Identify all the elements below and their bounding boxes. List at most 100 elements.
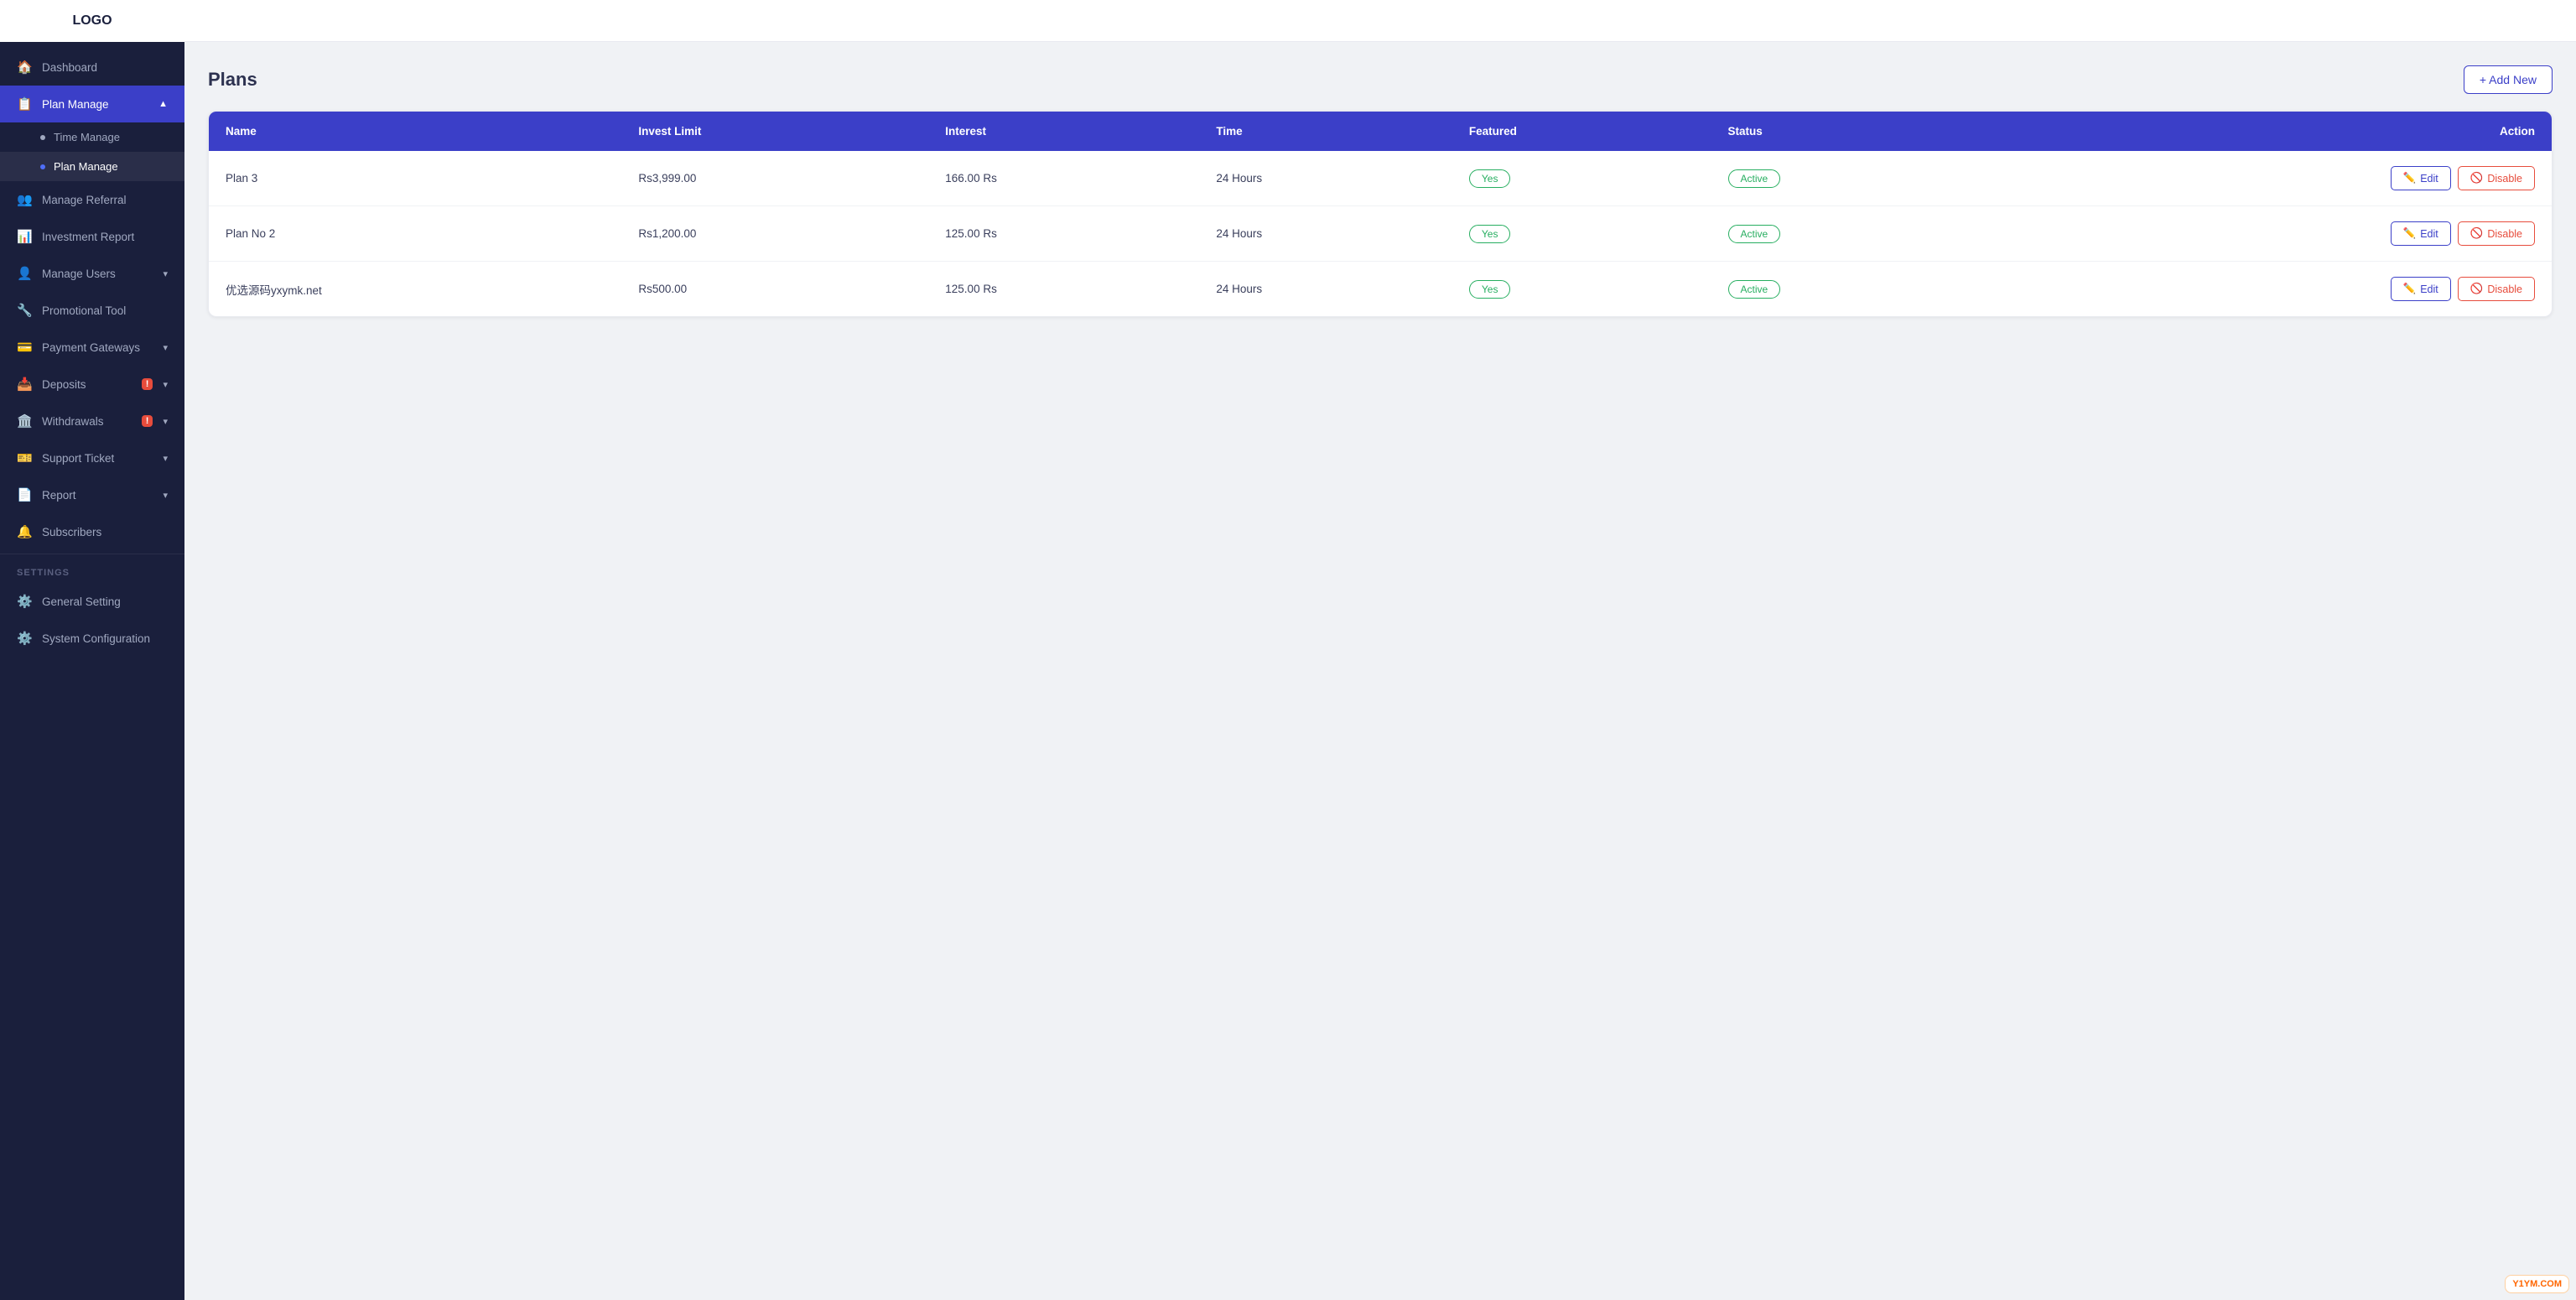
chevron-down-icon: ▾ — [163, 453, 168, 464]
dashboard-icon: 🏠 — [17, 60, 32, 75]
sidebar-nav: 🏠 Dashboard 📋 Plan Manage ▲ Time Manage … — [0, 42, 184, 1300]
cell-featured: Yes — [1452, 206, 1711, 262]
cell-action: ✏️ Edit 🚫 Disable — [1985, 151, 2552, 206]
cell-name: 优选源码yxymk.net — [209, 262, 621, 317]
general-setting-icon: ⚙️ — [17, 594, 32, 609]
sidebar-item-time-manage[interactable]: Time Manage — [0, 122, 184, 152]
disable-icon: 🚫 — [2470, 283, 2484, 295]
sidebar-item-label: Deposits — [42, 378, 132, 391]
col-time: Time — [1199, 112, 1452, 151]
settings-section-label: SETTINGS — [0, 558, 184, 583]
disable-icon: 🚫 — [2470, 172, 2484, 185]
featured-badge: Yes — [1469, 225, 1511, 243]
cell-name: Plan 3 — [209, 151, 621, 206]
disable-icon: 🚫 — [2470, 227, 2484, 240]
edit-label: Edit — [2420, 228, 2438, 240]
cell-invest-limit: Rs500.00 — [621, 262, 928, 317]
deposits-icon: 📥 — [17, 377, 32, 392]
status-badge: Active — [1728, 169, 1781, 188]
chevron-up-icon: ▲ — [158, 99, 168, 109]
sidebar-item-label: Withdrawals — [42, 415, 132, 428]
report-icon: 📄 — [17, 487, 32, 502]
sidebar-item-manage-referral[interactable]: 👥 Manage Referral — [0, 181, 184, 218]
sidebar-item-plan-manage-sub[interactable]: Plan Manage — [0, 152, 184, 181]
investment-report-icon: 📊 — [17, 229, 32, 244]
cell-featured: Yes — [1452, 262, 1711, 317]
disable-button[interactable]: 🚫 Disable — [2458, 221, 2535, 246]
sidebar-logo: LOGO — [0, 0, 184, 42]
plans-table-container: Name Invest Limit Interest Time Featured… — [208, 111, 2553, 317]
cell-interest: 125.00 Rs — [928, 262, 1199, 317]
col-action: Action — [1985, 112, 2552, 151]
edit-button[interactable]: ✏️ Edit — [2391, 277, 2451, 301]
sidebar: LOGO 🏠 Dashboard 📋 Plan Manage ▲ Time Ma… — [0, 0, 184, 1300]
col-status: Status — [1711, 112, 1986, 151]
edit-button[interactable]: ✏️ Edit — [2391, 166, 2451, 190]
page-header: Plans + Add New — [208, 65, 2553, 94]
sidebar-item-promotional-tool[interactable]: 🔧 Promotional Tool — [0, 292, 184, 329]
disable-label: Disable — [2487, 173, 2522, 185]
page-title: Plans — [208, 69, 257, 91]
table-row: Plan No 2 Rs1,200.00 125.00 Rs 24 Hours … — [209, 206, 2552, 262]
sidebar-item-report[interactable]: 📄 Report ▾ — [0, 476, 184, 513]
table-body: Plan 3 Rs3,999.00 166.00 Rs 24 Hours Yes… — [209, 151, 2552, 316]
sidebar-item-dashboard[interactable]: 🏠 Dashboard — [0, 49, 184, 86]
chevron-down-icon: ▾ — [163, 379, 168, 390]
cell-action: ✏️ Edit 🚫 Disable — [1985, 262, 2552, 317]
cell-interest: 166.00 Rs — [928, 151, 1199, 206]
sidebar-item-label: Plan Manage — [42, 98, 148, 111]
action-buttons: ✏️ Edit 🚫 Disable — [2002, 166, 2535, 190]
disable-button[interactable]: 🚫 Disable — [2458, 166, 2535, 190]
edit-icon: ✏️ — [2403, 172, 2417, 185]
system-configuration-icon: ⚙️ — [17, 631, 32, 646]
cell-invest-limit: Rs3,999.00 — [621, 151, 928, 206]
cell-action: ✏️ Edit 🚫 Disable — [1985, 206, 2552, 262]
sidebar-item-label: Manage Users — [42, 268, 153, 280]
sidebar-item-general-setting[interactable]: ⚙️ General Setting — [0, 583, 184, 620]
subscribers-icon: 🔔 — [17, 524, 32, 539]
cell-featured: Yes — [1452, 151, 1711, 206]
chevron-down-icon: ▾ — [163, 268, 168, 279]
sidebar-item-plan-manage[interactable]: 📋 Plan Manage ▲ — [0, 86, 184, 122]
sidebar-item-label: Subscribers — [42, 526, 168, 538]
sidebar-item-investment-report[interactable]: 📊 Investment Report — [0, 218, 184, 255]
disable-button[interactable]: 🚫 Disable — [2458, 277, 2535, 301]
dot-icon — [40, 135, 45, 140]
edit-button[interactable]: ✏️ Edit — [2391, 221, 2451, 246]
sidebar-item-payment-gateways[interactable]: 💳 Payment Gateways ▾ — [0, 329, 184, 366]
main-content: Plans + Add New Name Invest Limit Intere… — [184, 0, 2576, 1300]
cell-interest: 125.00 Rs — [928, 206, 1199, 262]
featured-badge: Yes — [1469, 280, 1511, 299]
cell-status: Active — [1711, 206, 1986, 262]
edit-icon: ✏️ — [2403, 283, 2417, 295]
add-new-button[interactable]: + Add New — [2464, 65, 2553, 94]
sidebar-item-subscribers[interactable]: 🔔 Subscribers — [0, 513, 184, 550]
plan-manage-icon: 📋 — [17, 96, 32, 112]
edit-icon: ✏️ — [2403, 227, 2417, 240]
sidebar-item-label: General Setting — [42, 595, 168, 608]
col-invest-limit: Invest Limit — [621, 112, 928, 151]
chevron-down-icon: ▾ — [163, 490, 168, 501]
sidebar-item-support-ticket[interactable]: 🎫 Support Ticket ▾ — [0, 439, 184, 476]
sidebar-item-withdrawals[interactable]: 🏛️ Withdrawals ! ▾ — [0, 403, 184, 439]
table-row: Plan 3 Rs3,999.00 166.00 Rs 24 Hours Yes… — [209, 151, 2552, 206]
manage-referral-icon: 👥 — [17, 192, 32, 207]
sub-item-label: Time Manage — [54, 131, 120, 143]
status-badge: Active — [1728, 280, 1781, 299]
sidebar-item-label: Promotional Tool — [42, 304, 168, 317]
cell-time: 24 Hours — [1199, 262, 1452, 317]
action-buttons: ✏️ Edit 🚫 Disable — [2002, 277, 2535, 301]
logo-text: LOGO — [72, 13, 112, 29]
sidebar-item-deposits[interactable]: 📥 Deposits ! ▾ — [0, 366, 184, 403]
disable-label: Disable — [2487, 283, 2522, 295]
sidebar-item-manage-users[interactable]: 👤 Manage Users ▾ — [0, 255, 184, 292]
cell-status: Active — [1711, 262, 1986, 317]
table-header: Name Invest Limit Interest Time Featured… — [209, 112, 2552, 151]
action-buttons: ✏️ Edit 🚫 Disable — [2002, 221, 2535, 246]
sidebar-item-system-configuration[interactable]: ⚙️ System Configuration — [0, 620, 184, 657]
deposits-badge: ! — [142, 378, 153, 390]
payment-gateways-icon: 💳 — [17, 340, 32, 355]
sidebar-item-label: Investment Report — [42, 231, 168, 243]
sub-item-label: Plan Manage — [54, 160, 118, 173]
manage-users-icon: 👤 — [17, 266, 32, 281]
